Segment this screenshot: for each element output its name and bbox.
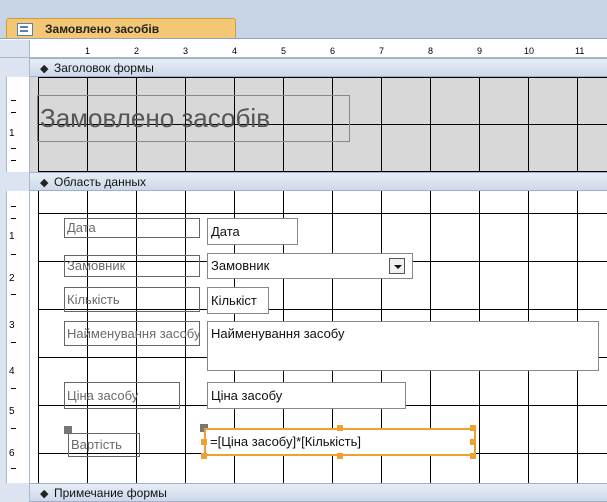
price-label[interactable]: Ціна засобу <box>64 382 180 409</box>
ruler-tick: 11 <box>575 46 585 56</box>
cost-field[interactable]: =[Ціна засобу]*[Кількість] <box>204 428 476 456</box>
ruler-tick: 5 <box>281 46 287 56</box>
vertical-ruler[interactable]: 1 1 2 3 4 5 6 <box>0 58 30 502</box>
ruler-number: 3 <box>9 320 15 331</box>
resize-handle[interactable] <box>201 439 207 445</box>
customer-label[interactable]: Замовник <box>64 255 200 277</box>
ruler-tick: 6 <box>330 46 336 56</box>
customer-combo-value: Замовник <box>211 258 270 273</box>
resize-handle[interactable] <box>337 453 343 459</box>
form-selector[interactable] <box>0 40 30 58</box>
resize-handle[interactable] <box>201 453 207 459</box>
ruler-tick: 9 <box>477 46 483 56</box>
form-icon <box>17 23 33 36</box>
resize-handle[interactable] <box>470 453 476 459</box>
section-bar-detail[interactable]: ◆ Область данных <box>30 172 607 191</box>
form-tab[interactable]: Замовлено засобів <box>6 18 236 38</box>
ruler-number: 1 <box>9 231 15 242</box>
ruler-tick: 7 <box>379 46 385 56</box>
ruler-number: 1 <box>9 128 15 139</box>
date-label[interactable]: Дата <box>64 218 200 238</box>
section-arrow-icon: ◆ <box>40 177 49 189</box>
resize-handle[interactable] <box>470 439 476 445</box>
ruler-dash <box>11 294 16 295</box>
ruler-dash <box>11 388 16 389</box>
qty-field[interactable]: Кількіст <box>207 287 269 314</box>
section-bar-form-footer[interactable]: ◆ Примечание формы <box>30 483 607 502</box>
section-arrow-icon: ◆ <box>40 488 49 500</box>
ruler-dash <box>11 112 16 113</box>
ruler-tick: 3 <box>183 46 189 56</box>
document-tab-strip: Замовлено засобів <box>0 0 607 38</box>
date-field[interactable]: Дата <box>207 218 298 245</box>
ruler-tick: 4 <box>232 46 238 56</box>
ruler-number: 6 <box>9 448 15 459</box>
ruler-tick: 8 <box>428 46 434 56</box>
ruler-dash <box>11 206 16 207</box>
name-field[interactable]: Найменування засобу <box>207 321 599 371</box>
resize-handle[interactable] <box>470 425 476 431</box>
name-label[interactable]: Найменування засобу <box>64 321 200 346</box>
ruler-dash <box>11 148 16 149</box>
ruler-tick: 10 <box>524 46 535 56</box>
section-bar-form-header[interactable]: ◆ Заголовок формы <box>30 58 607 77</box>
form-tab-title: Замовлено засобів <box>45 22 160 36</box>
ruler-dash <box>11 468 16 469</box>
ruler-number: 4 <box>9 366 15 377</box>
vertical-ruler-header-segment <box>6 77 29 172</box>
resize-handle[interactable] <box>337 425 343 431</box>
ruler-tick: 2 <box>134 46 140 56</box>
price-field[interactable]: Ціна засобу <box>207 382 406 409</box>
ruler-tick: 1 <box>85 46 91 56</box>
ruler-dash <box>11 218 16 219</box>
ruler-dash <box>11 160 16 161</box>
form-title-label[interactable]: Замовлено засобів <box>37 95 350 142</box>
ruler-dash <box>11 100 16 101</box>
ruler-dash <box>11 342 16 343</box>
cost-label[interactable]: Вартість <box>68 433 140 457</box>
section-title: Область данных <box>54 175 146 189</box>
ruler-number: 5 <box>9 406 15 417</box>
section-arrow-icon: ◆ <box>40 63 49 75</box>
customer-combo[interactable]: Замовник <box>207 253 413 279</box>
horizontal-ruler[interactable]: 1 2 3 4 5 6 7 8 9 10 11 <box>30 40 607 58</box>
section-title: Примечание формы <box>54 486 167 500</box>
ruler-dash <box>11 428 16 429</box>
ruler-number: 2 <box>9 273 15 284</box>
section-title: Заголовок формы <box>54 61 154 75</box>
qty-label[interactable]: Кількість <box>64 287 200 312</box>
ruler-dash <box>11 254 16 255</box>
detail-margin <box>30 191 38 483</box>
chevron-down-icon[interactable] <box>389 258 405 274</box>
